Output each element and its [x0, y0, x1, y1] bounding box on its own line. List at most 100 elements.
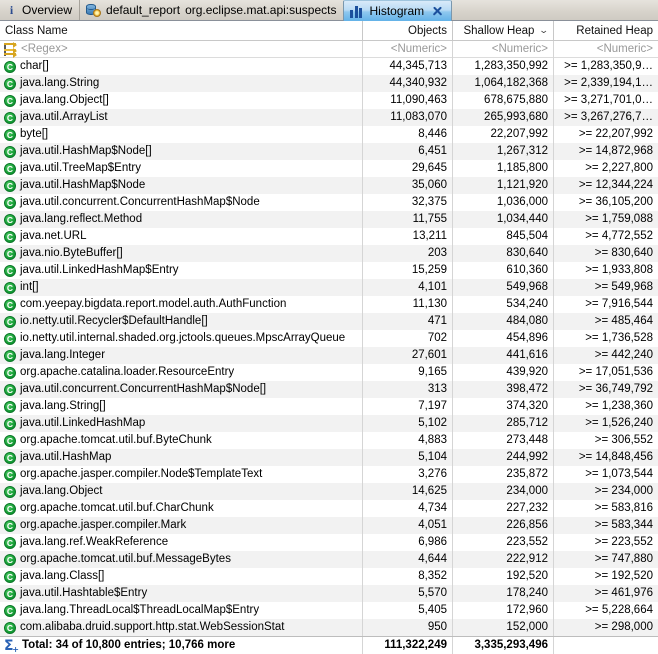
cell-shallow-heap: 441,616	[452, 347, 553, 364]
cell-objects: 5,104	[362, 449, 452, 466]
table-row[interactable]: Ccom.yeepay.bigdata.report.model.auth.Au…	[0, 296, 658, 313]
cell-objects: 4,734	[362, 500, 452, 517]
table-body: Cchar[] 44,345,713 1,283,350,992 >= 1,283,3…	[0, 58, 658, 636]
class-name-label: org.apache.jasper.compiler.Node$Template…	[20, 468, 263, 480]
cell-retained-heap: >= 583,344	[553, 517, 658, 534]
table-row[interactable]: Cjava.util.HashMap 5,104 244,992 >= 14,848,…	[0, 449, 658, 466]
filter-objects-input[interactable]: <Numeric>	[362, 41, 452, 58]
class-icon: C	[4, 179, 16, 192]
cell-retained-heap: >= 223,552	[553, 534, 658, 551]
column-header-objects[interactable]: Objects	[362, 20, 452, 41]
class-icon: C	[4, 604, 16, 617]
table-row[interactable]: Cjava.lang.ref.WeakReference 6,986 223,552…	[0, 534, 658, 551]
table-row[interactable]: Corg.apache.catalina.loader.ResourceEntr…	[0, 364, 658, 381]
tab-histogram[interactable]: Histogram	[343, 0, 453, 21]
class-name-label: java.util.HashMap$Node[]	[20, 145, 152, 157]
cell-class-name: Cjava.lang.ThreadLocal$ThreadLocalMap$En…	[0, 602, 362, 619]
table-row[interactable]: Cjava.util.TreeMap$Entry 29,645 1,185,800 >…	[0, 160, 658, 177]
cell-class-name: Corg.apache.catalina.loader.ResourceEntr…	[0, 364, 362, 381]
table-row[interactable]: Corg.apache.tomcat.util.buf.ByteChunk 4,8…	[0, 432, 658, 449]
cell-retained-heap: >= 3,267,276,7…	[553, 109, 658, 126]
cell-class-name: Corg.apache.jasper.compiler.Node$Templat…	[0, 466, 362, 483]
table-header-row: Class Name Objects Shallow Heap ⌄ Retain…	[0, 20, 658, 41]
table-row[interactable]: Cjava.lang.Object 14,625 234,000 >= 234,000	[0, 483, 658, 500]
table-row[interactable]: Cjava.util.LinkedHashMap 5,102 285,712 >= 1…	[0, 415, 658, 432]
table-row[interactable]: Cjava.util.Hashtable$Entry 5,570 178,240 >=…	[0, 585, 658, 602]
table-row[interactable]: Corg.apache.tomcat.util.buf.MessageBytes…	[0, 551, 658, 568]
table-row[interactable]: Cbyte[] 8,446 22,207,992 >= 22,207,992	[0, 126, 658, 143]
tab-default-report[interactable]: default_report org.eclipse.mat.api:suspe…	[79, 0, 343, 20]
table-row[interactable]: Cjava.lang.Object[] 11,090,463 678,675,880…	[0, 92, 658, 109]
table-row[interactable]: Cjava.lang.String[] 7,197 374,320 >= 1,238,…	[0, 398, 658, 415]
class-icon: C	[4, 196, 16, 209]
cell-retained-heap: >= 1,933,808	[553, 262, 658, 279]
table-row[interactable]: Cjava.lang.ThreadLocal$ThreadLocalMap$En…	[0, 602, 658, 619]
total-objects: 111,322,249	[362, 637, 452, 654]
class-name-label: java.lang.String[]	[20, 400, 106, 412]
cell-class-name: Cjava.util.LinkedHashMap	[0, 415, 362, 432]
class-name-label: java.util.HashMap	[20, 451, 112, 463]
column-header-retained-heap[interactable]: Retained Heap	[553, 20, 658, 41]
table-row[interactable]: Cjava.util.HashMap$Node[] 6,451 1,267,312 >…	[0, 143, 658, 160]
tab-histogram-label: Histogram	[369, 4, 425, 18]
table-row[interactable]: Cio.netty.util.Recycler$DefaultHandle[] 4…	[0, 313, 658, 330]
class-name-label: byte[]	[20, 128, 49, 140]
cell-shallow-heap: 678,675,880	[452, 92, 553, 109]
cell-shallow-heap: 534,240	[452, 296, 553, 313]
cell-class-name: Cjava.lang.String	[0, 75, 362, 92]
column-header-objects-label: Objects	[408, 24, 447, 37]
table-row[interactable]: Corg.apache.tomcat.util.buf.CharChunk 4,7…	[0, 500, 658, 517]
table-row[interactable]: Cjava.util.LinkedHashMap$Entry 15,259 610,…	[0, 262, 658, 279]
total-shallow-heap: 3,335,293,496	[452, 637, 553, 654]
filter-class-name-cell[interactable]: <Regex>	[0, 41, 362, 58]
cell-shallow-heap: 1,283,350,992	[452, 58, 553, 75]
table-row[interactable]: Cjava.util.ArrayList 11,083,070 265,993,68…	[0, 109, 658, 126]
cell-objects: 950	[362, 619, 452, 636]
tab-overview[interactable]: i Overview	[0, 0, 79, 20]
table-row[interactable]: Cjava.util.concurrent.ConcurrentHashMap$…	[0, 381, 658, 398]
close-icon[interactable]	[431, 5, 444, 18]
cell-class-name: Cjava.util.TreeMap$Entry	[0, 160, 362, 177]
column-header-shallow-heap[interactable]: Shallow Heap ⌄	[452, 20, 553, 41]
cell-objects: 4,644	[362, 551, 452, 568]
class-name-label: int[]	[20, 281, 39, 293]
table-row[interactable]: Corg.apache.jasper.compiler.Mark 4,051 226…	[0, 517, 658, 534]
table-row[interactable]: Cjava.nio.ByteBuffer[] 203 830,640 >= 830,6…	[0, 245, 658, 262]
table-row[interactable]: Corg.apache.jasper.compiler.Node$Templat…	[0, 466, 658, 483]
table-row[interactable]: Cjava.lang.reflect.Method 11,755 1,034,440…	[0, 211, 658, 228]
column-header-class-name[interactable]: Class Name	[0, 21, 362, 41]
cell-class-name: Cjava.util.concurrent.ConcurrentHashMap$…	[0, 194, 362, 211]
cell-class-name: Cint[]	[0, 279, 362, 296]
table-row[interactable]: Cjava.lang.Class[] 8,352 192,520 >= 192,520	[0, 568, 658, 585]
table-row[interactable]: Cint[] 4,101 549,968 >= 549,968	[0, 279, 658, 296]
class-name-label: java.util.TreeMap$Entry	[20, 162, 142, 174]
table-row[interactable]: Cchar[] 44,345,713 1,283,350,992 >= 1,283,3…	[0, 58, 658, 75]
table-row[interactable]: Cjava.lang.String 44,340,932 1,064,182,368…	[0, 75, 658, 92]
table-row[interactable]: Cjava.util.HashMap$Node 35,060 1,121,920 >=…	[0, 177, 658, 194]
cell-shallow-heap: 845,504	[452, 228, 553, 245]
class-icon: C	[4, 536, 16, 549]
cell-retained-heap: >= 14,848,456	[553, 449, 658, 466]
cell-shallow-heap: 234,000	[452, 483, 553, 500]
class-name-label: java.util.Hashtable$Entry	[20, 587, 148, 599]
class-name-label: java.lang.String	[20, 77, 100, 89]
filter-class-name-input[interactable]: <Regex>	[21, 41, 68, 58]
cell-shallow-heap: 484,080	[452, 313, 553, 330]
cell-retained-heap: >= 36,749,792	[553, 381, 658, 398]
table-row[interactable]: Cjava.net.URL 13,211 845,504 >= 4,772,552	[0, 228, 658, 245]
table-row[interactable]: Cio.netty.util.internal.shaded.org.jctoo…	[0, 330, 658, 347]
cell-retained-heap: >= 306,552	[553, 432, 658, 449]
total-label-cell: Σ + Total: 34 of 10,800 entries; 10,766 m…	[0, 637, 362, 654]
filter-shallow-heap-input[interactable]: <Numeric>	[452, 41, 553, 58]
class-icon: C	[4, 349, 16, 362]
table-row[interactable]: Cjava.util.concurrent.ConcurrentHashMap$…	[0, 194, 658, 211]
cell-class-name: Cjava.util.HashMap	[0, 449, 362, 466]
cell-class-name: Cjava.util.LinkedHashMap$Entry	[0, 262, 362, 279]
class-icon: C	[4, 570, 16, 583]
cell-class-name: Cjava.lang.Class[]	[0, 568, 362, 585]
table-row[interactable]: Ccom.alibaba.druid.support.http.stat.Web…	[0, 619, 658, 636]
cell-objects: 35,060	[362, 177, 452, 194]
filter-retained-heap-input[interactable]: <Numeric>	[553, 41, 658, 58]
class-icon: C	[4, 519, 16, 532]
table-row[interactable]: Cjava.lang.Integer 27,601 441,616 >= 442,24…	[0, 347, 658, 364]
